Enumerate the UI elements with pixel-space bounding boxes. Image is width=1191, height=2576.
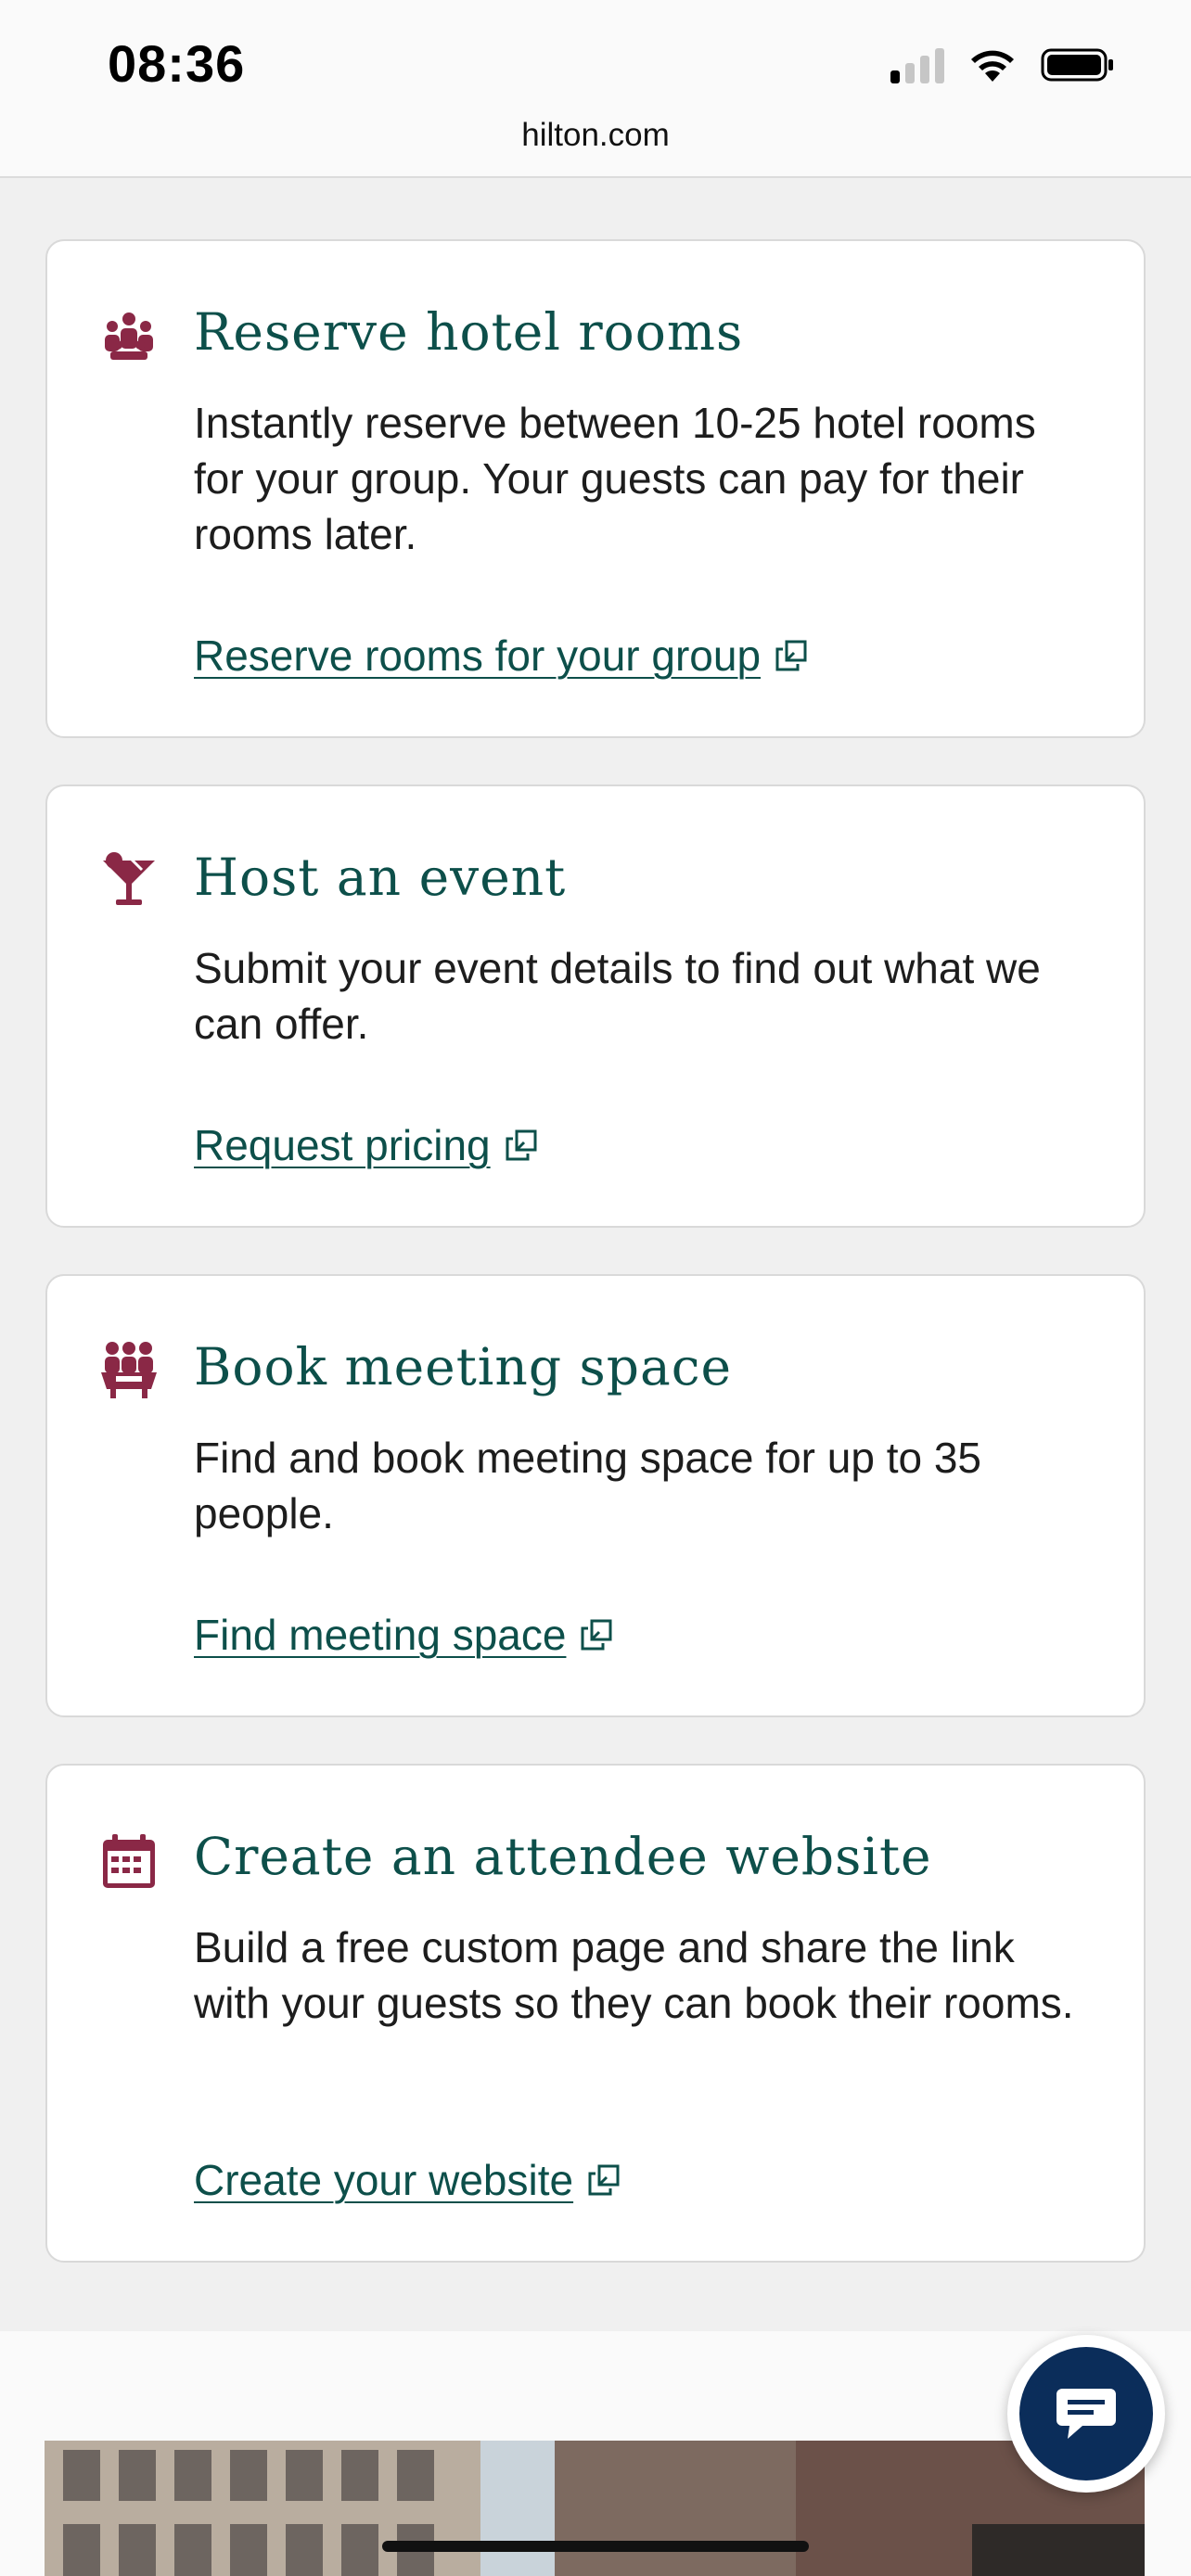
- link-label: Find meeting space: [194, 1611, 567, 1659]
- request-pricing-link[interactable]: Request pricing: [194, 1120, 539, 1170]
- external-link-icon: [581, 1619, 612, 1651]
- address-bar-url[interactable]: hilton.com: [0, 117, 1191, 154]
- chat-bubble-icon: [1057, 2389, 1116, 2439]
- card-title: Host an event: [194, 848, 567, 907]
- cellular-signal-icon: [890, 46, 944, 83]
- home-indicator: [382, 2541, 809, 2552]
- battery-icon: [1041, 48, 1113, 82]
- card-book-meeting-space: Book meeting space Find and book meeting…: [45, 1274, 1146, 1717]
- card-create-attendee-website: Create an attendee website Build a free …: [45, 1764, 1146, 2263]
- reserve-rooms-link[interactable]: Reserve rooms for your group: [194, 631, 809, 681]
- group-options-list: Reserve hotel rooms Instantly reserve be…: [45, 239, 1146, 2309]
- link-label: Create your website: [194, 2156, 574, 2204]
- cocktail-icon: [103, 852, 155, 905]
- status-time: 08:36: [108, 34, 246, 93]
- external-link-icon: [775, 640, 807, 671]
- create-website-link[interactable]: Create your website: [194, 2155, 621, 2205]
- card-description: Instantly reserve between 10-25 hotel ro…: [194, 399, 1036, 558]
- group-people-icon: [105, 312, 153, 360]
- calendar-icon: [103, 1834, 155, 1888]
- status-icons: [890, 46, 1115, 83]
- card-title: Book meeting space: [194, 1337, 733, 1396]
- card-description: Find and book meeting space for up to 35…: [194, 1434, 982, 1537]
- external-link-icon: [506, 1129, 537, 1161]
- find-meeting-space-link[interactable]: Find meeting space: [194, 1610, 614, 1660]
- chat-button[interactable]: [1007, 2335, 1165, 2493]
- external-link-icon: [588, 2164, 620, 2196]
- status-bar: 08:36 hilton.com: [0, 0, 1191, 178]
- card-host-an-event: Host an event Submit your event details …: [45, 784, 1146, 1228]
- card-description: Submit your event details to find out wh…: [194, 944, 1041, 1048]
- card-title: Create an attendee website: [194, 1827, 932, 1886]
- hotel-exterior-photo: [45, 2441, 1145, 2576]
- link-label: Reserve rooms for your group: [194, 631, 762, 680]
- chat-button-inner: [1019, 2347, 1153, 2480]
- wifi-icon: [971, 50, 1014, 82]
- card-description: Build a free custom page and share the l…: [194, 1923, 1074, 2027]
- building-image: [45, 2441, 1145, 2576]
- link-label: Request pricing: [194, 1121, 491, 1169]
- card-reserve-hotel-rooms: Reserve hotel rooms Instantly reserve be…: [45, 239, 1146, 738]
- meeting-people-icon: [101, 1342, 157, 1398]
- card-title: Reserve hotel rooms: [194, 302, 744, 362]
